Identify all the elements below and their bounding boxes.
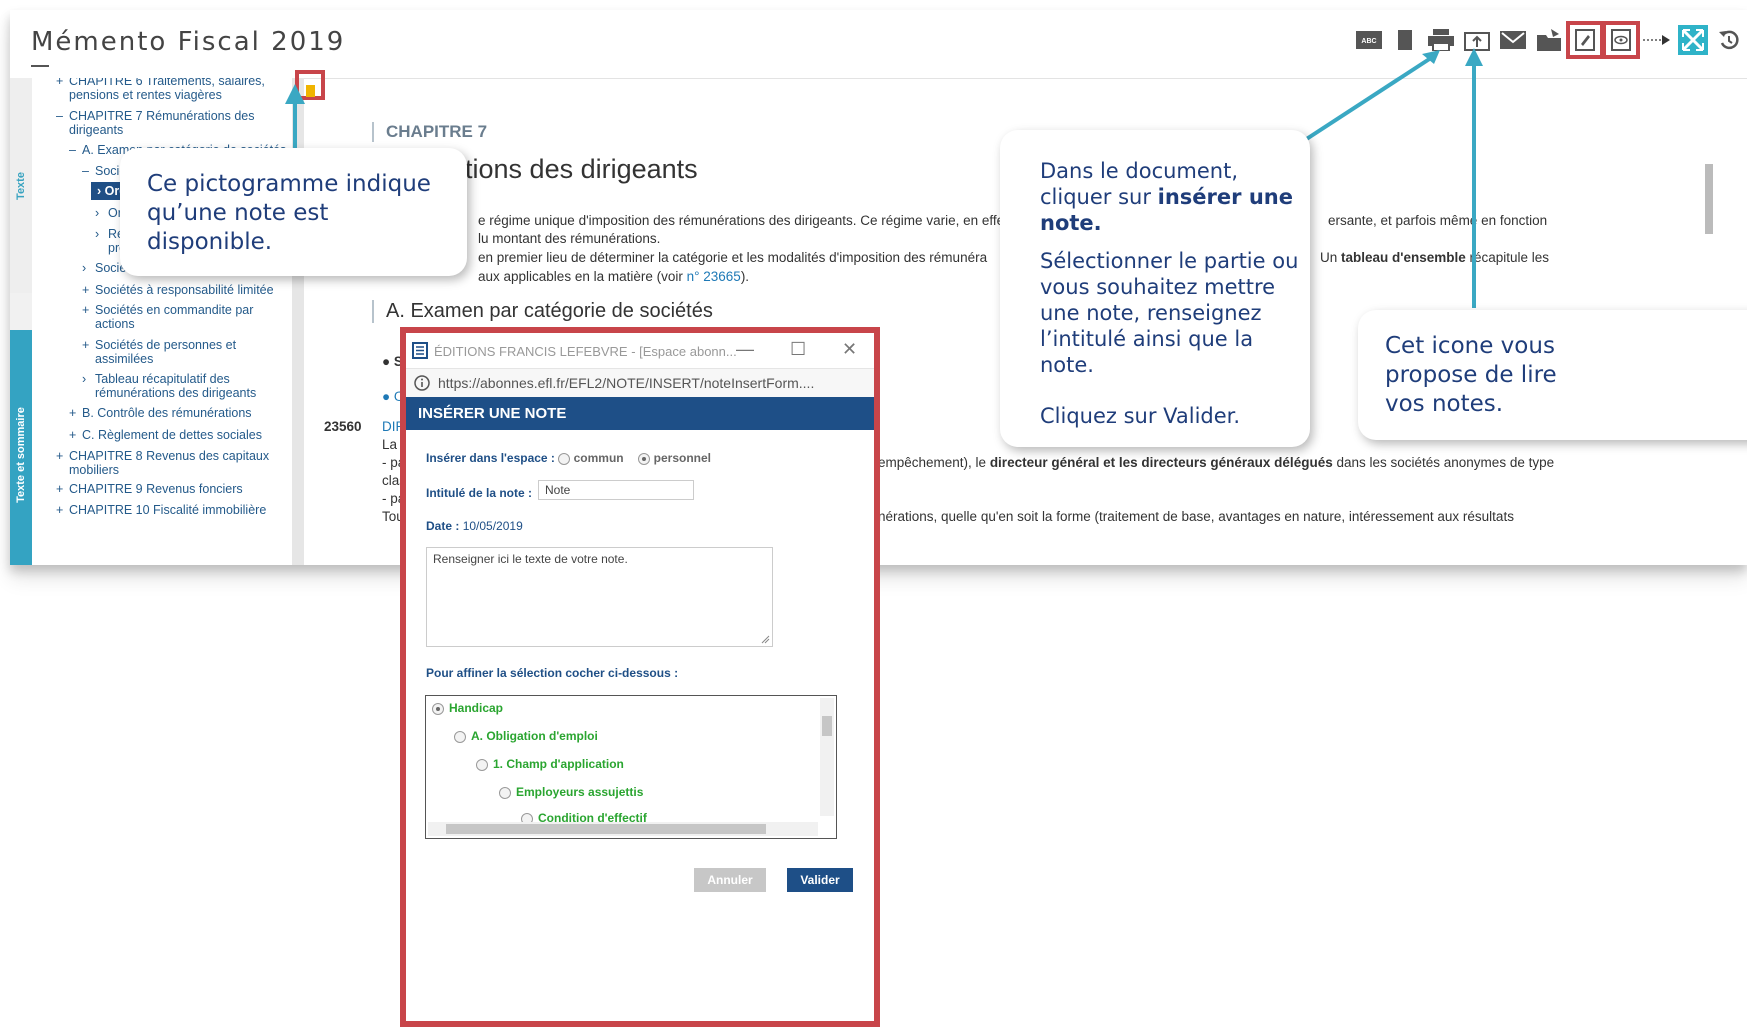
toc-item[interactable]: + CHAPITRE 8 Revenus des capitaux [56,449,269,463]
export-icon[interactable] [1462,25,1492,55]
popup-titlebar: ÉDITIONS FRANCIS LEFEBVRE - [Espace abon… [406,333,874,368]
popup-url: https://abonnes.efl.fr/EFL2/NOTE/INSERT/… [438,375,815,391]
toc-item: dirigeants [69,123,124,137]
note-text-area[interactable]: Renseigner ici le texte de votre note. [426,547,773,647]
tree-item[interactable]: Handicap [432,701,503,715]
close-icon[interactable]: ✕ [842,339,857,360]
doc-line: Un tableau d'ensemble récapitule les [1320,250,1550,265]
toc-item[interactable]: › Tableau récapitulatif des [82,372,230,386]
toc-item[interactable]: + Sociétés de personnes et [82,338,236,352]
svg-text:ABC: ABC [1361,38,1376,45]
cancel-button[interactable]: Annuler [694,868,766,892]
callout-pictogram: Ce pictogramme indique qu’une note est d… [120,148,467,276]
bookmark-icon[interactable] [1390,25,1420,55]
date-row: Date : 10/05/2019 [426,519,523,533]
doc-line: e régime unique d'imposition des rémunér… [478,213,1005,228]
callout-insert-note: Dans le document, cliquer sur insérer un… [1000,130,1310,447]
validate-button[interactable]: Valider [787,868,853,892]
radio-common-label: commun [573,451,624,465]
space-row: Insérer dans l'espace : commun personnel [426,451,711,465]
popup-body: Insérer dans l'espace : commun personnel… [406,430,874,1021]
toc-item[interactable]: + Sociétés à responsabilité limitée [82,283,274,297]
toc-item: actions [95,317,135,331]
tab-text[interactable]: Texte [10,78,32,293]
theme-tree: Handicap A. Obligation d'emploi 1. Champ… [425,695,837,839]
popup-window-title: ÉDITIONS FRANCIS LEFEBVRE - [Espace abon… [434,344,737,359]
app-header: Mémento Fiscal 2019 ABC [10,10,1747,79]
app-title: Mémento Fiscal 2019 [31,27,346,57]
toc-item[interactable]: + CHAPITRE 9 Revenus fonciers [56,482,243,496]
doc-line: en premier lieu de déterminer la catégor… [478,250,988,265]
toolbar: ABC [1351,20,1747,60]
radio-personal[interactable] [638,452,651,465]
radio-common[interactable] [558,452,571,465]
chapter-label: CHAPITRE 7 [372,122,487,142]
toc-item[interactable]: + Sociétés en commandite par [82,303,253,317]
date-value: 10/05/2019 [462,519,523,533]
insert-note-icon[interactable] [1566,21,1604,59]
doc-line: lu montant des rémunérations. [478,231,661,246]
resize-handle-icon[interactable] [761,635,770,644]
arrow-icon [1642,25,1672,55]
info-icon [414,375,430,391]
toc-item[interactable]: + B. Contrôle des rémunérations [69,406,252,420]
radio-personal-label: personnel [653,451,712,465]
doc-line: aux applicables en la matière (voir n° 2… [478,269,750,284]
tree-item[interactable]: 1. Champ d'application [476,757,624,771]
paragraph-number: 23560 [324,419,362,434]
toc-item: assimilées [95,352,154,366]
print-icon[interactable] [1426,25,1456,55]
doc-line: nérations, quelle qu'en soit la forme (t… [878,509,1514,524]
toc-item[interactable]: + CHAPITRE 6 Traitements, salaires, [56,78,265,88]
popup-url-bar[interactable]: https://abonnes.efl.fr/EFL2/NOTE/INSERT/… [406,368,874,398]
title-underline [31,65,49,67]
toc-item: pensions et rentes viagères [69,88,222,102]
tree-item[interactable]: A. Obligation d'emploi [454,729,598,743]
doc-line: ersante, et parfois même en fonction [1328,213,1548,228]
doc-line: empêchement), le directeur général et le… [878,455,1555,470]
minimize-icon[interactable]: — [736,339,754,360]
space-label: Insérer dans l'espace : [426,451,555,465]
abc-icon[interactable]: ABC [1354,25,1384,55]
note-title-label: Intitulé de la note : [426,486,533,500]
maximize-icon[interactable]: ☐ [790,339,806,360]
app-logo-icon [412,342,428,359]
tree-item[interactable]: Employeurs assujettis [499,785,643,799]
tree-horizontal-scrollbar[interactable] [428,822,818,836]
callout-read-notes: Cet icone vous propose de lire vos notes… [1358,310,1747,440]
toc-item: rémunérations des dirigeants [95,386,257,400]
popup-header: INSÉRER UNE NOTE [406,397,874,430]
tab-text-and-summary[interactable]: Texte et sommaire [10,330,32,565]
paragraph-link[interactable]: n° 23665 [687,269,741,284]
read-notes-icon[interactable] [1602,21,1640,59]
toc-item: mobiliers [69,463,120,477]
section-title: A. Examen par catégorie de sociétés [372,300,713,323]
tree-vertical-scrollbar[interactable] [820,698,834,816]
folder-icon[interactable] [1534,25,1564,55]
note-title-input[interactable]: Note [538,480,694,500]
fullscreen-icon[interactable] [1678,25,1708,55]
document-scrollbar[interactable] [1705,164,1713,234]
mail-icon[interactable] [1498,25,1528,55]
refine-label: Pour affiner la sélection cocher ci-dess… [426,666,679,680]
toc-item[interactable]: – CHAPITRE 7 Rémunérations des [56,109,255,123]
insert-note-popup: ÉDITIONS FRANCIS LEFEBVRE - [Espace abon… [400,327,880,1027]
toc-item[interactable]: + CHAPITRE 10 Fiscalité immobilière [56,503,266,517]
toc-item[interactable]: + C. Règlement de dettes sociales [69,428,262,442]
history-icon[interactable] [1714,25,1744,55]
